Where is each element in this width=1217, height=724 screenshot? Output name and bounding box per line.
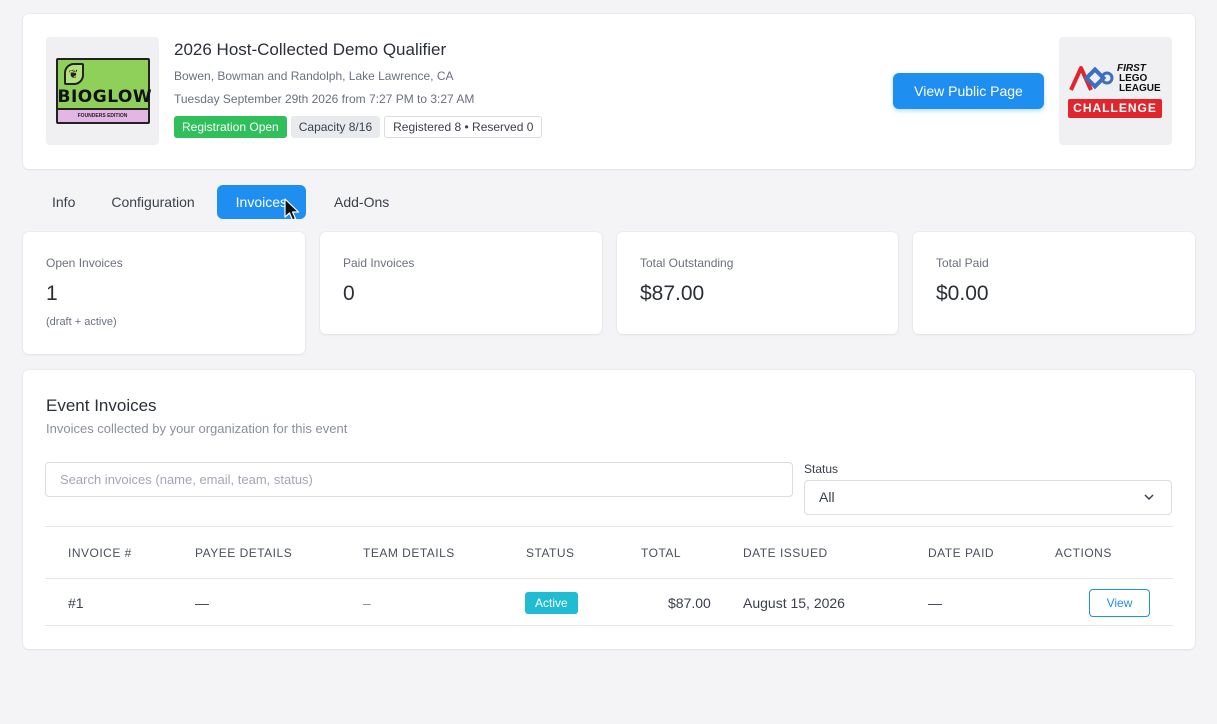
event-invoices-panel: Event Invoices Invoices collected by you… (23, 370, 1195, 649)
event-title: 2026 Host-Collected Demo Qualifier (174, 40, 447, 59)
event-tabs: Info Configuration Invoices Add-Ons (38, 185, 411, 219)
stat-label: Open Invoices (46, 256, 123, 270)
event-logo: ❦ BIOGLOW FOUNDERS EDITION (46, 37, 159, 145)
column-header-date-issued: DATE ISSUED (743, 546, 828, 560)
leaf-icon: ❦ (63, 63, 84, 85)
cell-total: $87.00 (668, 595, 711, 611)
table-divider (45, 625, 1173, 626)
event-header-card: ❦ BIOGLOW FOUNDERS EDITION 2026 Host-Col… (23, 14, 1195, 169)
section-title: Event Invoices (46, 396, 157, 415)
column-header-status: STATUS (526, 546, 575, 560)
registered-badge: Registered 8 • Reserved 0 (384, 116, 543, 138)
column-header-actions: ACTIONS (1055, 546, 1112, 560)
fll-challenge-text: CHALLENGE (1068, 99, 1162, 118)
table-divider (45, 578, 1173, 579)
column-header-team: TEAM DETAILS (363, 546, 455, 560)
stat-label: Total Paid (936, 256, 989, 270)
stat-value: 0 (343, 282, 355, 305)
table-divider (45, 526, 1173, 527)
bioglow-logo-text: BIOGLOW (57, 87, 153, 107)
stat-value: $87.00 (640, 282, 705, 305)
view-invoice-button[interactable]: View (1089, 589, 1150, 617)
stat-label: Paid Invoices (343, 256, 415, 270)
column-header-invoice: INVOICE # (68, 546, 132, 560)
stat-card-total-outstanding: Total Outstanding $87.00 (617, 232, 898, 334)
bioglow-logo: ❦ BIOGLOW FOUNDERS EDITION (55, 58, 153, 124)
cell-date-paid: — (928, 595, 942, 611)
status-filter-label: Status (804, 462, 839, 476)
cell-date-issued: August 15, 2026 (743, 595, 845, 611)
tab-info[interactable]: Info (38, 185, 89, 219)
tab-add-ons[interactable]: Add-Ons (320, 185, 403, 219)
stat-label: Total Outstanding (640, 256, 734, 270)
stat-value: $0.00 (936, 282, 989, 305)
column-header-total: TOTAL (641, 546, 682, 560)
cell-payee: — (195, 595, 209, 611)
bioglow-logo-subtext: FOUNDERS EDITION (57, 108, 148, 122)
view-public-page-button[interactable]: View Public Page (893, 73, 1044, 109)
stat-card-total-paid: Total Paid $0.00 (913, 232, 1195, 334)
status-filter-select[interactable]: All (804, 480, 1172, 515)
status-badge: Active (525, 592, 578, 614)
status-filter-value: All (819, 489, 835, 505)
tab-configuration[interactable]: Configuration (97, 185, 208, 219)
event-date: Tuesday September 29th 2026 from 7:27 PM… (174, 92, 475, 106)
event-location: Bowen, Bowman and Randolph, Lake Lawrenc… (174, 69, 454, 83)
registration-status-badge: Registration Open (174, 116, 287, 138)
stat-card-paid-invoices: Paid Invoices 0 (320, 232, 602, 334)
stat-value: 1 (46, 282, 58, 305)
column-header-date-paid: DATE PAID (928, 546, 995, 560)
cell-team: – (363, 595, 371, 611)
column-header-payee: PAYEE DETAILS (195, 546, 293, 560)
mouse-pointer-icon (284, 198, 300, 221)
cell-invoice-number: #1 (68, 595, 84, 611)
chevron-down-icon (1143, 481, 1155, 527)
first-lego-league-logo: FIRST LEGO LEAGUE CHALLENGE (1059, 37, 1172, 145)
event-badges: Registration Open Capacity 8/16 Register… (174, 116, 543, 138)
stat-card-open-invoices: Open Invoices 1 (draft + active) (23, 232, 305, 354)
fll-mark-icon (1069, 66, 1114, 91)
fll-league-text: LEAGUE (1119, 83, 1161, 94)
search-invoices-input[interactable] (45, 462, 793, 497)
section-subtitle: Invoices collected by your organization … (46, 421, 348, 436)
stat-sublabel: (draft + active) (46, 316, 117, 328)
capacity-badge: Capacity 8/16 (290, 116, 381, 138)
